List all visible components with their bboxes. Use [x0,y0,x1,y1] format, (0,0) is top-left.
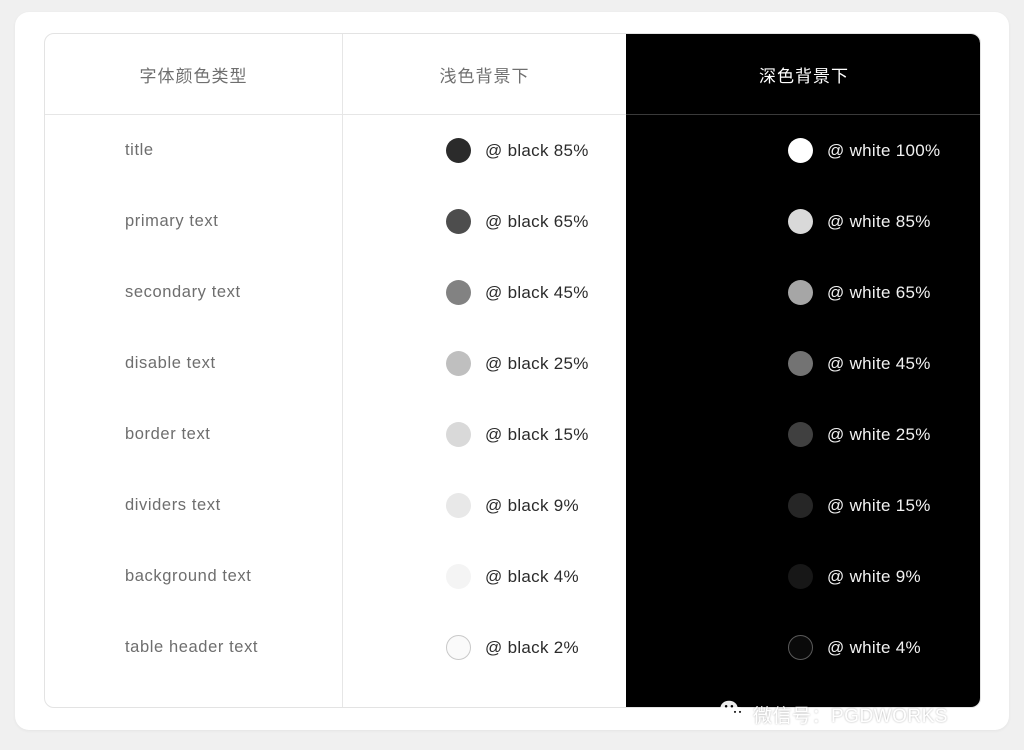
dark-token-cell: @ white 9% [626,541,980,612]
color-token-label: @ black 25% [485,353,589,373]
table-row: disable text @ black 25% @ white 45% [45,328,980,399]
color-token-label: @ white 85% [827,211,931,231]
table-row: primary text @ black 65% @ white 85% [45,186,980,257]
color-token-label: @ white 100% [827,140,941,160]
color-token-label: @ black 85% [485,140,589,160]
color-token-label: @ white 45% [827,353,931,373]
color-swatch-dark [788,493,813,518]
light-token-cell: @ black 2% [343,612,626,683]
row-label: disable text [125,354,216,372]
row-label: primary text [125,212,219,230]
color-token-label: @ white 4% [827,637,921,657]
light-token-cell: @ black 15% [343,399,626,470]
light-token-cell: @ black 25% [343,328,626,399]
color-swatch-dark [788,351,813,376]
row-label: secondary text [125,283,241,301]
color-swatch-light [446,564,471,589]
color-token-label: @ black 15% [485,424,589,444]
color-token-label: @ white 25% [827,424,931,444]
color-swatch-dark [788,209,813,234]
table-row: background text @ black 4% @ white 9% [45,541,980,612]
table-row: border text @ black 15% @ white 25% [45,399,980,470]
color-token-label: @ black 65% [485,211,589,231]
color-token-label: @ black 45% [485,282,589,302]
column-header-type: 字体颜色类型 [139,66,248,86]
row-label: table header text [125,638,259,656]
color-token-table: 字体颜色类型 浅色背景下 深色背景下 title @ black 85% @ whi… [44,33,981,708]
color-token-label: @ white 65% [827,282,931,302]
row-label: background text [125,567,252,585]
color-swatch-light [446,493,471,518]
table-body: title @ black 85% @ white 100% primary text… [45,115,980,683]
color-token-label: @ black 2% [485,637,579,657]
dark-token-cell: @ white 4% [626,612,980,683]
color-swatch-dark [788,564,813,589]
dark-token-cell: @ white 15% [626,470,980,541]
light-token-cell: @ black 65% [343,186,626,257]
light-token-cell: @ black 9% [343,470,626,541]
light-token-cell: @ black 85% [343,115,626,186]
color-token-label: @ white 15% [827,495,931,515]
column-header-dark-background: 深色背景下 [759,66,849,86]
color-token-label: @ black 4% [485,566,579,586]
color-swatch-dark [788,280,813,305]
color-swatch-dark [788,138,813,163]
dark-token-cell: @ white 65% [626,257,980,328]
row-label: dividers text [125,496,221,514]
page-card: 字体颜色类型 浅色背景下 深色背景下 title @ black 85% @ whi… [15,12,1009,730]
table-row: table header text @ black 2% @ white 4% [45,612,980,683]
row-label: border text [125,425,211,443]
table-row: secondary text @ black 45% @ white 65% [45,257,980,328]
color-token-label: @ black 9% [485,495,579,515]
table-row: title @ black 85% @ white 100% [45,115,980,186]
color-swatch-dark [788,422,813,447]
dark-token-cell: @ white 45% [626,328,980,399]
color-swatch-light [446,635,471,660]
color-swatch-light [446,351,471,376]
table-row: dividers text @ black 9% @ white 15% [45,470,980,541]
dark-token-cell: @ white 25% [626,399,980,470]
color-swatch-light [446,422,471,447]
dark-token-cell: @ white 85% [626,186,980,257]
color-swatch-light [446,138,471,163]
row-label: title [125,141,154,159]
dark-token-cell: @ white 100% [626,115,980,186]
column-header-light-background: 浅色背景下 [439,66,530,86]
color-token-label: @ white 9% [827,566,921,586]
color-swatch-light [446,280,471,305]
light-token-cell: @ black 45% [343,257,626,328]
color-swatch-dark [788,635,813,660]
color-swatch-light [446,209,471,234]
light-token-cell: @ black 4% [343,541,626,612]
